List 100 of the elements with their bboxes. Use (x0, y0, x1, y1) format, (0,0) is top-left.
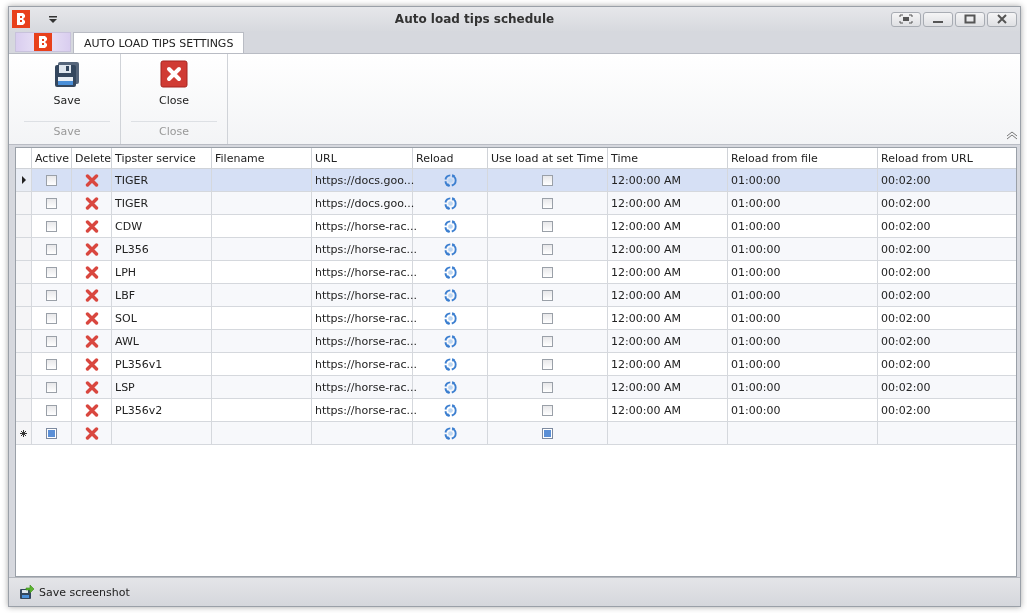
delete-icon[interactable] (84, 173, 99, 187)
checkbox[interactable] (542, 335, 553, 347)
checkbox[interactable] (542, 312, 553, 324)
checkbox[interactable] (542, 197, 553, 209)
checkbox[interactable] (46, 335, 57, 347)
new-row-icon (20, 429, 27, 437)
table-row[interactable]: TIGER https://docs.goo... 12:00:00 AM 01:00:00 00:02:00 (16, 192, 1016, 215)
close-icon (996, 14, 1008, 24)
table-row[interactable]: TIGER https://docs.goo... 12:00:00 AM 01:00:00 00:02:00 (16, 169, 1016, 192)
close-button[interactable]: Close (134, 60, 214, 112)
checkbox[interactable] (542, 381, 553, 393)
table-row[interactable]: LSP https://horse-rac... 12:00:00 AM 01:00:00 00:02:00 (16, 376, 1016, 399)
refresh-icon[interactable] (442, 287, 458, 303)
maximize-button[interactable] (955, 11, 985, 27)
table-row[interactable]: LBF https://horse-rac... 12:00:00 AM 01:00:00 00:02:00 (16, 284, 1016, 307)
checkbox[interactable] (542, 358, 553, 370)
group-label: Save (24, 121, 110, 138)
checkbox[interactable] (542, 220, 553, 232)
delete-icon[interactable] (84, 380, 99, 394)
refresh-icon[interactable] (442, 310, 458, 326)
table-cell: 12:00:00 AM (608, 192, 728, 215)
table-cell: 12:00:00 AM (608, 330, 728, 353)
table-row[interactable]: PL356 https://horse-rac... 12:00:00 AM 01:00:00 00:02:00 (16, 238, 1016, 261)
table-cell: 00:02:00 (878, 330, 1016, 353)
table-cell: 00:02:00 (878, 192, 1016, 215)
delete-icon[interactable] (84, 196, 99, 210)
checkbox[interactable] (542, 266, 553, 278)
delete-icon[interactable] (84, 311, 99, 325)
refresh-icon[interactable] (442, 172, 458, 188)
ribbon-tab[interactable]: AUTO LOAD TIPS SETTINGS (73, 32, 245, 53)
table-cell: LSP (112, 376, 212, 399)
checkbox[interactable] (46, 427, 57, 439)
minimize-button[interactable] (923, 11, 953, 27)
table-cell: TIGER (112, 192, 212, 215)
checkbox[interactable] (46, 312, 57, 324)
table-cell: 01:00:00 (728, 376, 878, 399)
table-cell: 12:00:00 AM (608, 376, 728, 399)
checkbox[interactable] (46, 174, 57, 186)
fullscreen-button[interactable] (891, 11, 921, 27)
checkbox[interactable] (542, 404, 553, 416)
refresh-icon[interactable] (442, 218, 458, 234)
refresh-icon[interactable] (442, 379, 458, 395)
table-cell: PL356 (112, 238, 212, 261)
delete-icon[interactable] (84, 242, 99, 256)
checkbox[interactable] (46, 358, 57, 370)
table-cell: 01:00:00 (728, 284, 878, 307)
delete-icon[interactable] (84, 426, 99, 440)
delete-icon[interactable] (84, 403, 99, 417)
application-menu-button[interactable] (15, 32, 71, 52)
row-header[interactable] (16, 422, 32, 445)
window-title: Auto load tips schedule (393, 12, 556, 26)
save-screenshot-button[interactable]: Save screenshot (17, 582, 132, 602)
delete-icon[interactable] (84, 265, 99, 279)
collapse-icon[interactable] (1006, 131, 1018, 140)
checkbox[interactable] (46, 381, 57, 393)
delete-icon[interactable] (84, 334, 99, 348)
checkbox[interactable] (46, 243, 57, 255)
table-cell: 12:00:00 AM (608, 238, 728, 261)
table-cell: 01:00:00 (728, 192, 878, 215)
delete-icon[interactable] (84, 288, 99, 302)
refresh-icon[interactable] (442, 333, 458, 349)
checkbox[interactable] (542, 174, 553, 186)
row-header[interactable] (16, 169, 32, 192)
checkbox[interactable] (46, 220, 57, 232)
table-cell: AWL (112, 330, 212, 353)
floppy-disk-arrow-icon (19, 584, 35, 600)
table-cell: 00:02:00 (878, 284, 1016, 307)
table-cell: https://docs.goo... (312, 192, 413, 215)
table-cell: 00:02:00 (878, 376, 1016, 399)
delete-icon[interactable] (84, 357, 99, 371)
group-label: Close (131, 121, 217, 138)
refresh-icon[interactable] (442, 264, 458, 280)
maximize-icon (964, 14, 976, 24)
minimize-icon (933, 21, 943, 23)
close-button[interactable] (987, 11, 1017, 27)
checkbox[interactable] (542, 289, 553, 301)
checkbox[interactable] (46, 197, 57, 209)
table-cell: 01:00:00 (728, 238, 878, 261)
table-cell: LBF (112, 284, 212, 307)
logo-icon (12, 10, 30, 28)
table-cell: 12:00:00 AM (608, 284, 728, 307)
checkbox[interactable] (542, 243, 553, 255)
checkbox[interactable] (542, 427, 553, 439)
refresh-icon[interactable] (442, 402, 458, 418)
delete-icon[interactable] (84, 219, 99, 233)
logo-icon (34, 33, 52, 51)
table-cell: 01:00:00 (728, 330, 878, 353)
checkbox[interactable] (46, 289, 57, 301)
close-icon (160, 60, 188, 88)
table-cell: 00:02:00 (878, 238, 1016, 261)
refresh-icon[interactable] (442, 195, 458, 211)
save-button[interactable]: Save (27, 60, 107, 112)
fullscreen-icon (899, 14, 913, 24)
floppy-disk-icon (53, 60, 81, 88)
refresh-icon[interactable] (442, 356, 458, 372)
table-row[interactable]: AWL https://horse-rac... 12:00:00 AM 01:00:00 00:02:00 (16, 330, 1016, 353)
refresh-icon[interactable] (442, 241, 458, 257)
checkbox[interactable] (46, 404, 57, 416)
checkbox[interactable] (46, 266, 57, 278)
refresh-icon[interactable] (442, 425, 458, 441)
